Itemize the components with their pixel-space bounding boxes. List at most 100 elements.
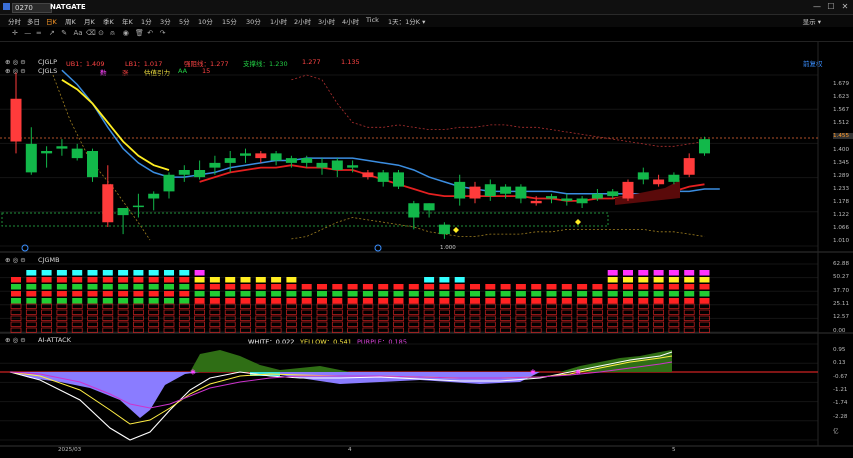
candle: [87, 148, 98, 182]
candle-body: [500, 186, 512, 194]
support-zone: [1, 212, 609, 227]
cjgmb-block: [699, 270, 710, 276]
cjgmb-column: [331, 284, 343, 333]
cjgmb-block: [286, 291, 297, 297]
candle: [25, 127, 37, 175]
candle-body: [622, 181, 634, 199]
attack-fill-negative: [10, 372, 540, 418]
cjgmb-cell: [668, 309, 680, 315]
cjgmb-cell: [331, 309, 343, 315]
candle: [653, 174, 665, 187]
cjgmb-cell: [148, 321, 160, 327]
cjgmb-block: [362, 291, 373, 297]
cjgmb-block: [317, 291, 327, 297]
cjgmb-block: [118, 284, 129, 290]
cjgmb-block: [577, 284, 588, 290]
cjgmb-block: [623, 291, 633, 297]
cjgmb-cell: [622, 309, 634, 315]
cjgmb-block: [500, 284, 511, 290]
cjgmb-cell: [561, 309, 573, 315]
cjgmb-block: [653, 298, 664, 304]
cjgmb-block: [638, 270, 649, 276]
cjgmb-cell: [408, 321, 420, 327]
cjgmb-cell: [393, 309, 404, 315]
cjgmb-column: [362, 284, 374, 333]
price-axis-label: 1.178: [833, 198, 850, 205]
candle: [255, 151, 267, 163]
cjgmb-block: [546, 284, 557, 290]
cjgmb-block: [668, 270, 679, 276]
cjgmb-block: [347, 284, 358, 290]
cjgmb-cell: [423, 309, 435, 315]
cjgmb-block: [408, 298, 419, 304]
cjgmb-block: [638, 291, 649, 297]
cjgmb-cell: [163, 309, 175, 315]
cjgmb-cell: [683, 321, 695, 327]
cjgmb-column: [699, 270, 710, 333]
cjgmb-block: [362, 284, 373, 290]
cjgmb-block: [179, 284, 190, 290]
cjgmb-cell: [255, 309, 267, 315]
candle: [484, 179, 496, 201]
cjgmb-block: [148, 291, 159, 297]
cjgmb-cell: [41, 309, 52, 315]
candle: [240, 148, 251, 163]
cjgmb-cell: [117, 321, 129, 327]
candle-body: [683, 158, 695, 175]
cjgmb-cell: [102, 309, 114, 315]
cjgmb-block: [286, 284, 297, 290]
cjgmb-block: [546, 291, 557, 297]
cjgmb-cell: [224, 309, 236, 315]
cjgmb-cell: [316, 321, 328, 327]
cjgmb-cell: [653, 321, 664, 327]
cjgmb-block: [41, 291, 52, 297]
cjgmb-cell: [699, 309, 710, 315]
cjgmb-cell: [10, 321, 22, 327]
cjgmb-block: [607, 298, 618, 304]
candle-body: [607, 191, 619, 197]
candle-body: [10, 98, 22, 142]
attack-fill-positive: [190, 350, 350, 372]
attack-axis-label: 0.95: [833, 347, 846, 353]
candle: [178, 165, 190, 182]
candle: [71, 143, 83, 161]
cjgmb-block: [240, 291, 251, 297]
cjgmb-block: [577, 298, 588, 304]
attack-axis-label: 亿: [833, 428, 839, 435]
cjgmb-cell: [454, 309, 466, 315]
cjgmb-block: [485, 284, 496, 290]
cjgmb-cell: [347, 321, 358, 327]
cjgmb-block: [286, 298, 297, 304]
cjgmb-block: [653, 291, 664, 297]
chart-canvas[interactable]: 1.000 ✱ ✱ ✱: [0, 0, 853, 458]
cjgmb-cell: [484, 321, 496, 327]
cjgmb-cell: [209, 309, 221, 315]
cjgmb-block: [362, 298, 373, 304]
cjgmb-cell: [56, 321, 68, 327]
cjgmb-block: [118, 291, 129, 297]
cjgmb-block: [623, 270, 633, 276]
cjgmb-block: [561, 291, 572, 297]
price-axis-label: 1.122: [833, 212, 850, 218]
cjgmb-column: [133, 270, 144, 333]
cjgmb-cell: [331, 321, 343, 327]
cjgmb-block: [133, 291, 144, 297]
cjgmb-block: [638, 298, 649, 304]
cjgmb-block: [577, 291, 588, 297]
cjgmb-block: [87, 298, 98, 304]
cjgmb-cell: [377, 321, 389, 327]
cjgmb-cell: [576, 309, 588, 315]
cjgmb-block: [653, 277, 664, 283]
cjgmb-cell: [56, 309, 68, 315]
cjgmb-block: [684, 291, 695, 297]
cjgmb-block: [653, 284, 664, 290]
cjgmb-block: [194, 291, 205, 297]
cjgmb-block: [668, 284, 679, 290]
cjgmb-column: [546, 284, 557, 333]
price-axis-label: 1.345: [833, 159, 850, 166]
cjgmb-cell: [439, 309, 450, 315]
cjgmb-block: [424, 277, 435, 283]
candle: [622, 179, 634, 201]
cjgmb-axis-label: 12.57: [833, 314, 850, 321]
cjgmb-block: [561, 284, 572, 290]
